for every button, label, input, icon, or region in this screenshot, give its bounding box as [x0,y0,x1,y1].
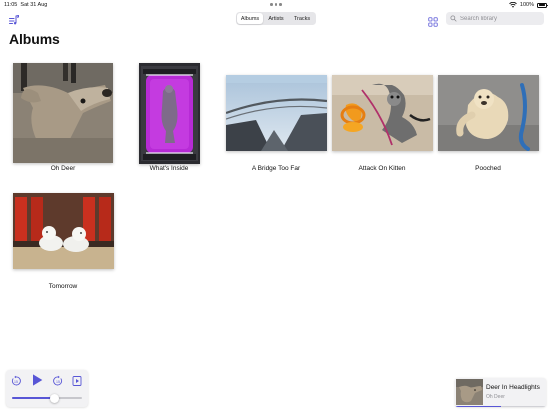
album-cover [331,62,433,164]
play-icon[interactable] [29,372,45,393]
page-title: Albums [9,31,60,47]
status-bar: 11:05 Sat 31 Aug 100% [0,0,552,10]
scrubber-progress [12,397,54,399]
search-input[interactable] [460,15,542,22]
tab-tracks[interactable]: Tracks [289,13,315,24]
album-tile-attack-on-kitten[interactable]: Attack On Kitten [331,62,433,182]
album-cover [225,62,327,164]
queue-icon[interactable] [72,374,83,392]
scrubber-handle[interactable] [49,393,59,403]
multitasking-dots[interactable] [270,3,282,6]
album-title: Attack On Kitten [358,165,406,172]
now-playing-progress-fill [455,405,501,407]
battery-percentage: 100% [519,2,534,8]
album-tile-pooched[interactable]: Pooched [437,62,539,182]
skip-forward-15-icon[interactable]: 15 [52,374,64,392]
grid-view-icon[interactable] [428,14,438,27]
album-tile-a-bridge-too-far[interactable]: A Bridge Too Far [225,62,327,182]
music-list-icon[interactable] [8,13,20,25]
battery-icon [537,2,548,8]
album-cover [118,62,220,164]
search-bar[interactable] [446,12,544,25]
album-tile-whats-inside[interactable]: What's Inside [118,62,220,182]
album-tile-oh-deer[interactable]: Oh Deer [12,62,114,182]
svg-text:15: 15 [56,380,60,384]
wifi-icon [509,2,517,8]
now-playing-artist: Oh Deer [486,394,505,400]
svg-text:15: 15 [14,380,18,384]
library-segmented-control[interactable]: Albums Artists Tracks [236,12,316,25]
search-icon [450,15,457,22]
now-playing-card[interactable]: Deer In Headlights Oh Deer [455,378,546,407]
album-title: Tomorrow [48,283,78,290]
album-cover [437,62,539,164]
now-playing-title: Deer In Headlights [486,384,540,391]
now-playing-artwork [456,379,483,405]
album-title: Oh Deer [50,165,76,172]
album-title: Pooched [475,165,501,172]
status-time: 11:05 Sat 31 Aug [4,2,48,8]
now-playing-progress [455,405,546,407]
album-title: A Bridge Too Far [251,165,301,172]
tab-albums[interactable]: Albums [237,13,263,24]
skip-back-15-icon[interactable]: 15 [10,374,22,392]
tab-artists[interactable]: Artists [263,13,289,24]
album-tile-tomorrow[interactable]: Tomorrow [12,180,114,300]
status-indicators: 100% [509,2,548,8]
album-title: What's Inside [149,165,189,172]
playback-scrubber[interactable] [12,393,82,403]
album-cover [12,180,114,282]
playback-controls: 15 15 [6,370,88,407]
album-cover [12,62,114,164]
